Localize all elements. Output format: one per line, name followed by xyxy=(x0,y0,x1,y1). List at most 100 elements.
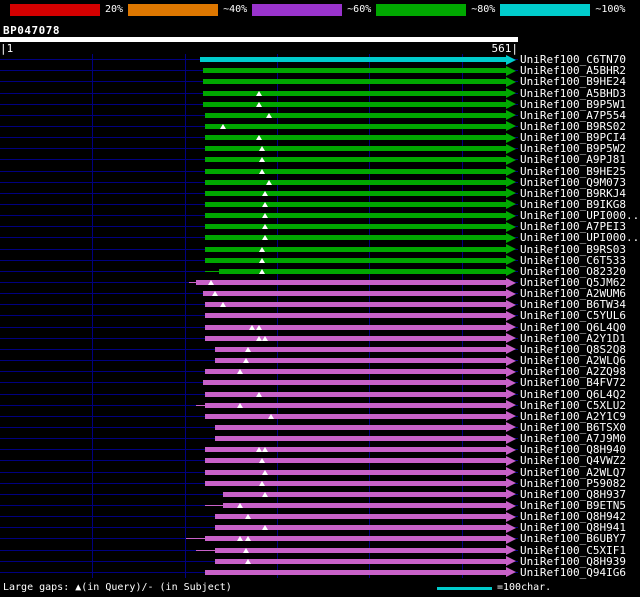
hit-bar[interactable] xyxy=(205,157,506,162)
hit-bar[interactable] xyxy=(196,280,506,285)
hit-label[interactable]: UniRef100_Q4VWZ2 xyxy=(520,455,626,466)
hit-bar[interactable] xyxy=(205,113,506,118)
hit-label[interactable]: UniRef100_B6UBY7 xyxy=(520,533,626,544)
hit-bar[interactable] xyxy=(203,91,506,96)
hit-label[interactable]: UniRef100_C5XIF1 xyxy=(520,545,626,556)
hit-bar[interactable] xyxy=(215,425,506,430)
hit-label[interactable]: UniRef100_A5BHD3 xyxy=(520,88,626,99)
hit-bar[interactable] xyxy=(223,503,506,508)
hit-bar[interactable] xyxy=(205,414,506,419)
hit-bar[interactable] xyxy=(205,191,506,196)
hit-arrowhead-icon[interactable] xyxy=(506,77,516,87)
hit-bar[interactable] xyxy=(215,559,506,564)
hit-arrowhead-icon[interactable] xyxy=(506,356,516,366)
hit-arrowhead-icon[interactable] xyxy=(506,144,516,154)
hit-arrowhead-icon[interactable] xyxy=(506,378,516,388)
hit-label[interactable]: UniRef100_B9P5W1 xyxy=(520,99,626,110)
hit-arrowhead-icon[interactable] xyxy=(506,66,516,76)
hit-arrowhead-icon[interactable] xyxy=(506,400,516,410)
hit-label[interactable]: UniRef100_A2WLQ7 xyxy=(520,467,626,478)
hit-label[interactable]: UniRef100_UPI000.. xyxy=(520,232,639,243)
hit-bar[interactable] xyxy=(205,302,506,307)
hit-arrowhead-icon[interactable] xyxy=(506,389,516,399)
hit-bar[interactable] xyxy=(215,525,506,530)
hit-bar[interactable] xyxy=(205,224,506,229)
hit-bar[interactable] xyxy=(215,548,506,553)
hit-arrowhead-icon[interactable] xyxy=(506,322,516,332)
hit-label[interactable]: UniRef100_Q94IG6 xyxy=(520,567,626,578)
hit-arrowhead-icon[interactable] xyxy=(506,289,516,299)
hit-bar[interactable] xyxy=(205,570,506,575)
hit-bar[interactable] xyxy=(205,247,506,252)
hit-bar[interactable] xyxy=(205,447,506,452)
hit-bar[interactable] xyxy=(205,258,506,263)
hit-bar[interactable] xyxy=(215,514,506,519)
hit-arrowhead-icon[interactable] xyxy=(506,155,516,165)
hit-bar[interactable] xyxy=(215,436,506,441)
hit-arrowhead-icon[interactable] xyxy=(506,311,516,321)
hit-bar[interactable] xyxy=(203,102,506,107)
hit-arrowhead-icon[interactable] xyxy=(506,166,516,176)
hit-arrowhead-icon[interactable] xyxy=(506,422,516,432)
hit-bar[interactable] xyxy=(205,313,506,318)
hit-arrowhead-icon[interactable] xyxy=(506,344,516,354)
hit-bar[interactable] xyxy=(203,79,506,84)
hit-arrowhead-icon[interactable] xyxy=(506,300,516,310)
hit-arrowhead-icon[interactable] xyxy=(506,244,516,254)
hit-arrowhead-icon[interactable] xyxy=(506,255,516,265)
hit-bar[interactable] xyxy=(205,458,506,463)
hit-arrowhead-icon[interactable] xyxy=(506,177,516,187)
hit-bar[interactable] xyxy=(215,358,506,363)
hit-arrowhead-icon[interactable] xyxy=(506,88,516,98)
hit-arrowhead-icon[interactable] xyxy=(506,545,516,555)
hit-arrowhead-icon[interactable] xyxy=(506,278,516,288)
hit-arrowhead-icon[interactable] xyxy=(506,222,516,232)
hit-label[interactable]: UniRef100_B9HE24 xyxy=(520,76,626,87)
hit-bar[interactable] xyxy=(200,57,506,62)
hit-bar[interactable] xyxy=(205,180,506,185)
hit-bar[interactable] xyxy=(203,68,506,73)
hit-arrowhead-icon[interactable] xyxy=(506,534,516,544)
hit-bar[interactable] xyxy=(215,347,506,352)
hit-arrowhead-icon[interactable] xyxy=(506,333,516,343)
hit-arrowhead-icon[interactable] xyxy=(506,489,516,499)
hit-label[interactable]: UniRef100_Q6L4Q0 xyxy=(520,322,626,333)
hit-label[interactable]: UniRef100_B4FV72 xyxy=(520,377,626,388)
hit-arrowhead-icon[interactable] xyxy=(506,411,516,421)
hit-arrowhead-icon[interactable] xyxy=(506,567,516,577)
hit-bar[interactable] xyxy=(205,169,506,174)
hit-arrowhead-icon[interactable] xyxy=(506,199,516,209)
hit-bar[interactable] xyxy=(205,213,506,218)
hit-label[interactable]: UniRef100_Q6L4Q2 xyxy=(520,389,626,400)
hit-bar[interactable] xyxy=(205,470,506,475)
hit-label[interactable]: UniRef100_B9HE25 xyxy=(520,166,626,177)
hit-bar[interactable] xyxy=(205,202,506,207)
hit-arrowhead-icon[interactable] xyxy=(506,121,516,131)
hit-bar[interactable] xyxy=(205,146,506,151)
hit-arrowhead-icon[interactable] xyxy=(506,188,516,198)
hit-bar[interactable] xyxy=(205,392,506,397)
hit-arrowhead-icon[interactable] xyxy=(506,99,516,109)
hit-arrowhead-icon[interactable] xyxy=(506,133,516,143)
hit-bar[interactable] xyxy=(203,291,506,296)
hit-bar[interactable] xyxy=(205,369,506,374)
hit-arrowhead-icon[interactable] xyxy=(506,478,516,488)
hit-arrowhead-icon[interactable] xyxy=(506,467,516,477)
hit-label[interactable]: UniRef100_C5YUL6 xyxy=(520,310,626,321)
hit-bar[interactable] xyxy=(205,124,506,129)
hit-bar[interactable] xyxy=(205,336,506,341)
hit-arrowhead-icon[interactable] xyxy=(506,367,516,377)
hit-arrowhead-icon[interactable] xyxy=(506,233,516,243)
hit-label[interactable]: UniRef100_A9PJ81 xyxy=(520,154,626,165)
hit-bar[interactable] xyxy=(205,135,506,140)
hit-arrowhead-icon[interactable] xyxy=(506,211,516,221)
hit-arrowhead-icon[interactable] xyxy=(506,434,516,444)
hit-bar[interactable] xyxy=(203,380,506,385)
hit-bar[interactable] xyxy=(205,481,506,486)
hit-arrowhead-icon[interactable] xyxy=(506,556,516,566)
hit-arrowhead-icon[interactable] xyxy=(506,110,516,120)
hit-arrowhead-icon[interactable] xyxy=(506,445,516,455)
hit-arrowhead-icon[interactable] xyxy=(506,456,516,466)
hit-arrowhead-icon[interactable] xyxy=(506,501,516,511)
hit-bar[interactable] xyxy=(205,235,506,240)
